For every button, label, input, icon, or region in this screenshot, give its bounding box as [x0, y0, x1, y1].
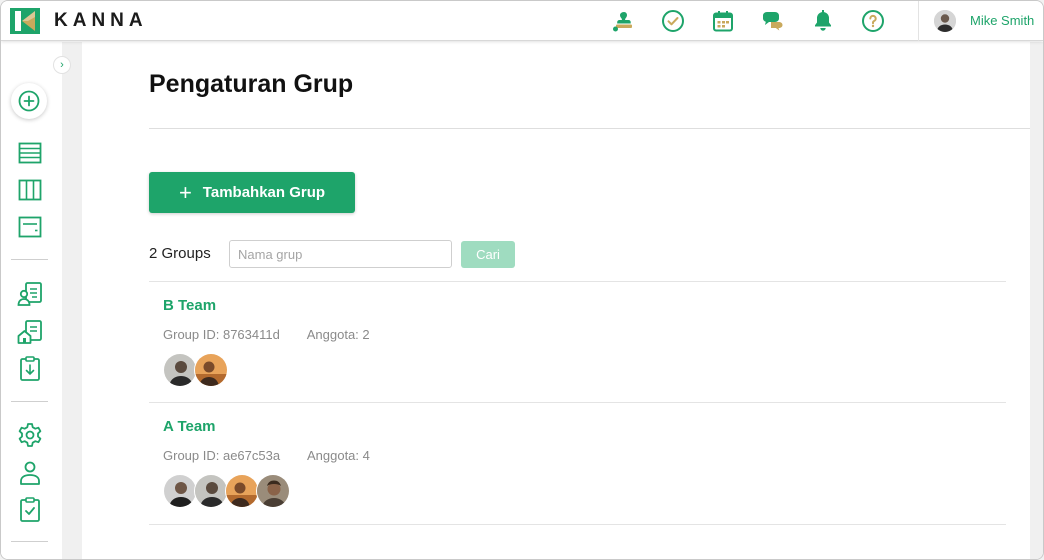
user-name[interactable]: Mike Smith — [970, 13, 1034, 28]
app-window: KANNA Mike Smith › Pengaturan Grup + Tam… — [0, 0, 1044, 560]
header-divider — [918, 1, 919, 41]
board-view-icon[interactable] — [17, 177, 43, 203]
title-divider — [149, 128, 1030, 129]
checklist-clipboard-icon[interactable] — [17, 497, 43, 523]
group-id: Group ID: ae67c53a — [163, 448, 281, 463]
member-count: Anggota: 2 — [306, 327, 370, 342]
help-icon[interactable] — [861, 9, 885, 33]
right-gutter — [1030, 42, 1043, 559]
sidebar-divider — [11, 401, 48, 402]
sidebar-gutter — [62, 42, 82, 559]
sidebar-divider — [11, 541, 48, 542]
calendar-icon[interactable] — [711, 9, 735, 33]
building-doc-icon[interactable] — [17, 319, 43, 345]
group-id: Group ID: 8763411d — [163, 327, 280, 342]
member-avatar[interactable] — [225, 474, 259, 508]
logo[interactable]: KANNA — [10, 8, 148, 34]
member-avatar[interactable] — [256, 474, 290, 508]
add-group-button[interactable]: + Tambahkan Grup — [149, 172, 355, 213]
member-avatar[interactable] — [194, 474, 228, 508]
page-title: Pengaturan Grup — [149, 70, 354, 98]
top-bar: KANNA Mike Smith — [1, 1, 1043, 41]
group-name-link[interactable]: A Team — [163, 418, 216, 435]
kanna-logo-icon — [10, 8, 40, 34]
list-bottom-divider — [149, 524, 1006, 525]
search-button[interactable]: Cari — [461, 241, 515, 268]
member-count: Anggota: 4 — [306, 448, 370, 463]
add-circle-icon[interactable] — [11, 83, 47, 119]
expand-sidebar-button[interactable]: › — [53, 56, 71, 74]
main-content: Pengaturan Grup + Tambahkan Grup 2 Group… — [82, 42, 1030, 559]
group-meta: Group ID: 8763411d Anggota: 2 — [163, 327, 394, 342]
settings-gear-icon[interactable] — [17, 422, 43, 448]
member-avatar[interactable] — [194, 353, 228, 387]
group-name-search-input[interactable] — [229, 240, 452, 268]
download-clipboard-icon[interactable] — [17, 356, 43, 382]
group-row: B Team Group ID: 8763411d Anggota: 2 — [149, 281, 1006, 403]
header-actions — [611, 1, 911, 41]
client-doc-icon[interactable] — [17, 281, 43, 307]
card-view-icon[interactable] — [17, 214, 43, 240]
add-group-label: Tambahkan Grup — [202, 184, 326, 201]
member-avatar[interactable] — [163, 353, 197, 387]
check-circle-icon[interactable] — [661, 9, 685, 33]
group-row: A Team Group ID: ae67c53a Anggota: 4 — [149, 402, 1006, 524]
chat-icon[interactable] — [761, 9, 785, 33]
member-avatar[interactable] — [163, 474, 197, 508]
person-icon[interactable] — [17, 460, 43, 486]
user-avatar[interactable] — [934, 10, 956, 32]
member-avatars — [163, 353, 228, 387]
sidebar-divider — [11, 259, 48, 260]
member-avatars — [163, 474, 290, 508]
group-meta: Group ID: ae67c53a Anggota: 4 — [163, 448, 394, 463]
bell-icon[interactable] — [811, 9, 835, 33]
stamp-icon[interactable] — [611, 9, 635, 33]
plus-icon: + — [178, 179, 192, 205]
group-name-link[interactable]: B Team — [163, 297, 216, 314]
chevron-right-icon: › — [60, 59, 64, 71]
brand-name: KANNA — [54, 10, 148, 31]
group-count: 2 Groups — [149, 245, 211, 262]
list-view-icon[interactable] — [17, 140, 43, 166]
